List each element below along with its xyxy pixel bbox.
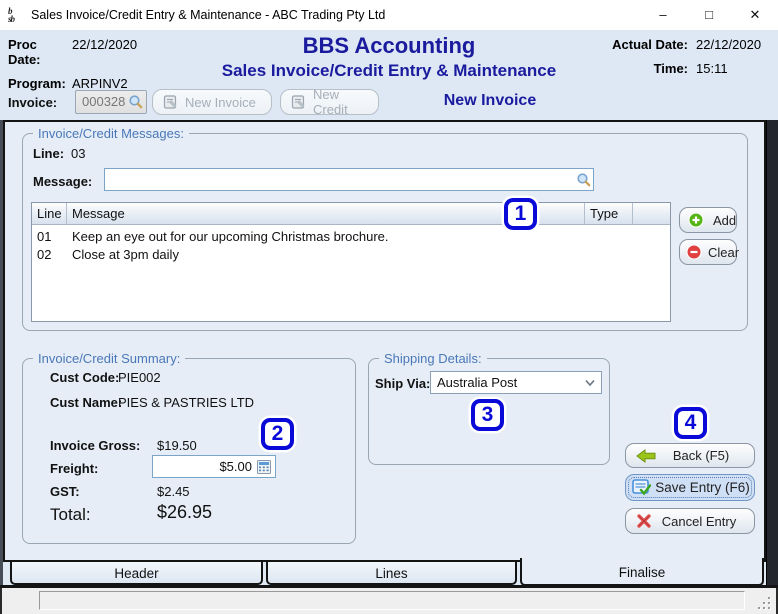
new-invoice-button[interactable]: New Invoice bbox=[152, 89, 272, 115]
clear-button[interactable]: Clear bbox=[679, 239, 740, 265]
minimize-button[interactable]: – bbox=[640, 0, 686, 30]
window-title: Sales Invoice/Credit Entry & Maintenance… bbox=[31, 8, 386, 22]
row-message: Close at 3pm daily bbox=[72, 247, 179, 262]
new-invoice-label: New Invoice bbox=[185, 94, 256, 110]
cancel-entry-button[interactable]: Cancel Entry bbox=[625, 508, 755, 534]
summary-legend: Invoice/Credit Summary: bbox=[33, 351, 186, 366]
save-icon bbox=[632, 479, 651, 496]
search-icon[interactable] bbox=[128, 94, 144, 110]
status-panel bbox=[39, 591, 745, 610]
annotation-badge-3: 3 bbox=[471, 399, 504, 431]
window-right-edge bbox=[766, 120, 778, 588]
save-label: Save Entry (F6) bbox=[655, 480, 750, 495]
add-button[interactable]: Add bbox=[679, 207, 737, 233]
annotation-badge-2: 2 bbox=[261, 418, 294, 450]
messages-legend: Invoice/Credit Messages: bbox=[33, 126, 189, 141]
invoice-number-field[interactable]: 000328 bbox=[75, 90, 147, 114]
ship-via-value: Australia Post bbox=[437, 375, 518, 390]
row-spacer bbox=[633, 246, 670, 264]
cust-code-label: Cust Code: bbox=[50, 370, 120, 385]
calculator-icon[interactable] bbox=[256, 459, 272, 475]
row-message: Keep an eye out for our upcoming Christm… bbox=[72, 229, 389, 244]
close-button[interactable]: ✕ bbox=[732, 0, 778, 30]
col-line: Line bbox=[32, 203, 67, 224]
freight-input[interactable]: $5.00 bbox=[152, 455, 276, 478]
tab-finalise[interactable]: Finalise bbox=[520, 558, 764, 586]
ship-via-label: Ship Via: bbox=[375, 376, 431, 391]
row-spacer bbox=[633, 228, 670, 246]
line-value: 03 bbox=[71, 146, 86, 161]
row-line: 02 bbox=[37, 247, 52, 262]
line-label: Line: bbox=[33, 146, 65, 161]
time-value: 15:11 bbox=[696, 61, 728, 76]
invoice-number-value: 000328 bbox=[82, 94, 126, 109]
search-icon[interactable] bbox=[576, 172, 592, 188]
status-bar bbox=[0, 588, 778, 614]
row-type bbox=[585, 228, 633, 246]
invoice-gross-label: Invoice Gross: bbox=[50, 438, 141, 453]
col-spacer bbox=[633, 203, 670, 224]
save-entry-button[interactable]: Save Entry (F6) bbox=[625, 474, 755, 501]
invoice-label: Invoice: bbox=[8, 95, 58, 110]
freight-label: Freight: bbox=[50, 461, 99, 476]
header-band: Proc Date: 22/12/2020 Program: ARPINV2 B… bbox=[0, 30, 778, 120]
cust-code-value: PIE002 bbox=[118, 370, 161, 385]
new-credit-icon bbox=[291, 94, 307, 110]
total-value: $26.95 bbox=[157, 502, 213, 522]
col-type: Type bbox=[585, 203, 633, 224]
gst-label: GST: bbox=[50, 484, 80, 499]
app-logo-icon: b sb bbox=[8, 6, 15, 24]
table-row[interactable]: 01 Keep an eye out for our upcoming Chri… bbox=[32, 228, 670, 246]
back-arrow-icon bbox=[636, 448, 656, 463]
cancel-x-icon bbox=[636, 513, 652, 529]
gst-value: $2.45 bbox=[157, 484, 190, 499]
messages-table[interactable]: Line Message Type 01 Keep an eye out for… bbox=[31, 202, 671, 322]
time-label: Time: bbox=[653, 61, 688, 76]
cust-name-value: PIES & PASTRIES LTD bbox=[118, 395, 255, 410]
total-label: Total: bbox=[50, 505, 91, 524]
annotation-badge-4: 4 bbox=[674, 407, 707, 439]
clear-label: Clear bbox=[708, 244, 740, 260]
row-line: 01 bbox=[37, 229, 52, 244]
table-row[interactable]: 02 Close at 3pm daily bbox=[32, 246, 670, 264]
ship-via-select[interactable]: Australia Post bbox=[430, 371, 602, 394]
cancel-label: Cancel Entry bbox=[661, 513, 737, 529]
app-window: b sb Sales Invoice/Credit Entry & Mainten… bbox=[0, 0, 778, 614]
back-button[interactable]: Back (F5) bbox=[625, 443, 755, 468]
new-credit-label: New Credit bbox=[313, 87, 348, 117]
invoice-gross-value: $19.50 bbox=[157, 438, 197, 453]
actual-date-label: Actual Date: bbox=[612, 37, 688, 52]
messages-groupbox: Invoice/Credit Messages: Line: 03 Messag… bbox=[22, 126, 748, 331]
message-input[interactable] bbox=[104, 168, 594, 191]
actual-date-value: 22/12/2020 bbox=[696, 37, 762, 52]
chevron-down-icon bbox=[585, 379, 595, 387]
plus-icon bbox=[688, 212, 704, 228]
back-label: Back (F5) bbox=[672, 448, 730, 463]
title-bar: b sb Sales Invoice/Credit Entry & Mainten… bbox=[0, 0, 778, 30]
message-label: Message: bbox=[33, 174, 93, 189]
annotation-badge-1: 1 bbox=[504, 198, 537, 230]
tab-header[interactable]: Header bbox=[10, 560, 263, 585]
maximize-button[interactable]: □ bbox=[686, 0, 732, 30]
mode-title: New Invoice bbox=[443, 92, 537, 109]
resize-grip-icon[interactable] bbox=[756, 596, 770, 609]
add-label: Add bbox=[713, 212, 737, 228]
tab-lines[interactable]: Lines bbox=[266, 560, 517, 585]
new-credit-button[interactable]: New Credit bbox=[280, 87, 379, 117]
shipping-legend: Shipping Details: bbox=[379, 351, 487, 366]
messages-table-header: Line Message Type bbox=[32, 203, 670, 225]
row-type bbox=[585, 246, 633, 264]
cust-name-label: Cust Name: bbox=[50, 395, 123, 410]
minus-icon bbox=[686, 244, 702, 260]
new-invoice-icon bbox=[163, 94, 179, 110]
freight-value: $5.00 bbox=[219, 459, 252, 474]
